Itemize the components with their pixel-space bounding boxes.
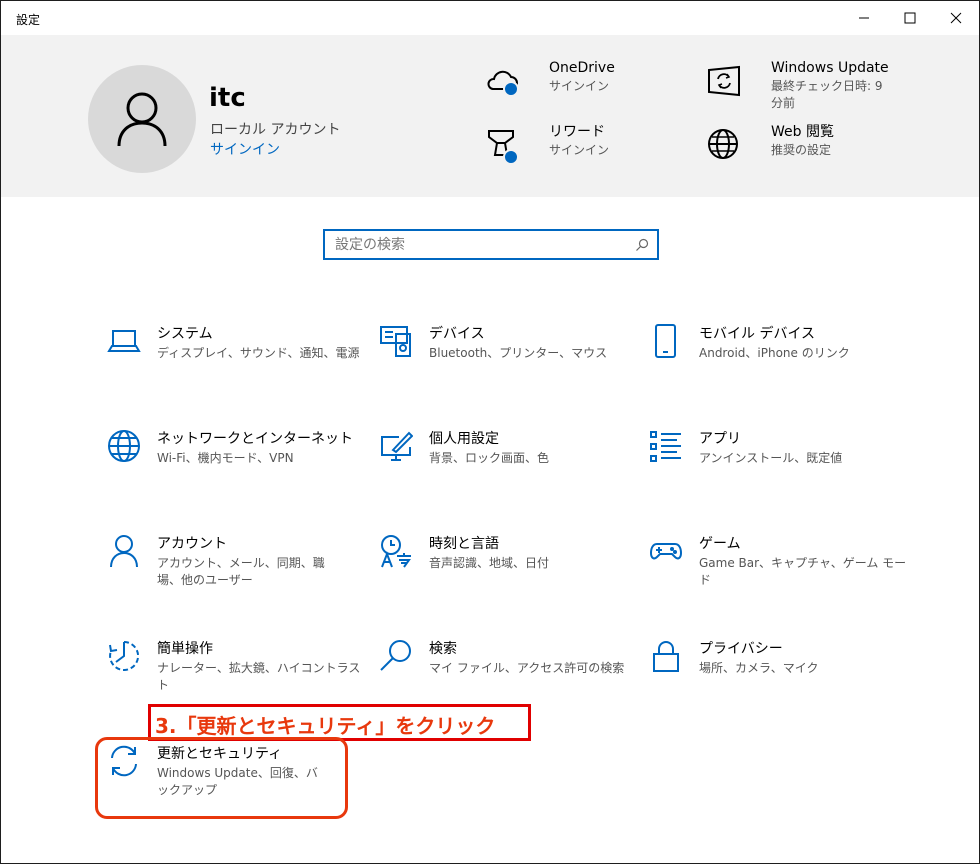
settings-window: 設定 itc ローカル アカウント サインイン OneDrive サインイン W… [0,0,980,864]
close-button[interactable] [933,1,979,35]
devices-icon [379,324,413,358]
account-name: itc [209,83,246,113]
gamepad-icon [649,534,683,568]
header-item-title: OneDrive [549,60,615,76]
tile-title: アプリ [699,431,741,447]
search-icon [636,238,649,251]
tile-system[interactable]: システム ディスプレイ、サウンド、通知、電源 [107,324,367,394]
account-signin-link[interactable]: サインイン [210,139,280,159]
annotation-highlight [95,737,348,819]
tile-subtitle: マイ ファイル、アクセス許可の検索 [429,661,625,675]
paint-icon [379,429,414,463]
cloud-icon [485,59,525,99]
header-item-title: Web 閲覧 [771,124,834,140]
tile-subtitle: Bluetooth、プリンター、マウス [429,346,608,360]
tile-subtitle: アカウント、メール、同期、職場、他のユーザー [157,556,325,587]
search-input[interactable] [335,234,625,256]
header-item-subtitle: 推奨の設定 [771,143,832,157]
user-avatar-icon [117,92,167,147]
tile-search[interactable]: 検索 マイ ファイル、アクセス許可の検索 [379,639,639,709]
maximize-icon [904,12,916,24]
apps-list-icon [649,429,683,463]
trophy-icon [485,123,525,165]
minimize-icon [859,17,869,19]
tile-title: 時刻と言語 [429,536,499,552]
maximize-button[interactable] [887,1,933,35]
account-type: ローカル アカウント [210,122,341,138]
tile-privacy[interactable]: プライバシー 場所、カメラ、マイク [649,639,909,709]
avatar[interactable] [88,65,196,173]
tile-subtitle: Android、iPhone のリンク [699,346,850,360]
tile-subtitle: Wi-Fi、機内モード、VPN [157,451,294,465]
laptop-icon [107,324,141,358]
tile-title: モバイル デバイス [699,326,816,342]
tile-devices[interactable]: デバイス Bluetooth、プリンター、マウス [379,324,639,394]
header-item-windows-update[interactable]: Windows Update 最終チェック日時: 9 分前 [707,59,891,112]
tile-title: アカウント [157,536,227,552]
tile-title: システム [157,326,213,342]
tile-gaming[interactable]: ゲーム Game Bar、キャプチャ、ゲーム モード [649,534,909,604]
tile-title: ゲーム [699,536,741,552]
person-icon [107,534,141,568]
lock-icon [649,639,683,673]
header-item-title: Windows Update [771,60,889,76]
tile-ease-of-access[interactable]: 簡単操作 ナレーター、拡大鏡、ハイコントラスト [107,639,367,709]
tile-title: 簡単操作 [157,641,213,657]
tile-mobile-devices[interactable]: モバイル デバイス Android、iPhone のリンク [649,324,909,394]
tile-subtitle: Game Bar、キャプチャ、ゲーム モード [699,556,907,587]
tile-title: ネットワークとインターネット [157,431,353,447]
windows-update-icon [707,59,747,99]
header-item-title: リワード [549,124,605,140]
header-item-web-browsing[interactable]: Web 閲覧 推奨の設定 [707,123,834,163]
header-item-subtitle: サインイン [549,79,610,93]
close-icon [950,12,962,24]
tile-subtitle: アンインストール、既定値 [699,451,843,465]
header-item-subtitle: サインイン [549,143,610,157]
minimize-button[interactable] [841,1,887,35]
tile-apps[interactable]: アプリ アンインストール、既定値 [649,429,909,499]
globe-icon [107,429,141,463]
phone-icon [649,324,683,358]
title-bar: 設定 [1,1,979,35]
tile-title: プライバシー [699,641,783,657]
window-title: 設定 [16,13,41,27]
settings-search-box[interactable] [323,229,659,260]
tile-network[interactable]: ネットワークとインターネット Wi-Fi、機内モード、VPN [107,429,367,499]
annotation-text: 3.「更新とセキュリティ」をクリック [155,714,496,738]
search-icon [379,639,413,673]
header-item-rewards[interactable]: リワード サインイン [485,123,610,165]
header-item-onedrive[interactable]: OneDrive サインイン [485,59,615,99]
tile-personalization[interactable]: 個人用設定 背景、ロック画面、色 [379,429,639,499]
tile-title: 個人用設定 [429,431,499,447]
tile-subtitle: 音声認識、地域、日付 [429,556,550,570]
tile-title: デバイス [429,326,485,342]
tile-title: 検索 [429,641,457,657]
ease-of-access-icon [107,639,141,673]
tile-accounts[interactable]: アカウント アカウント、メール、同期、職場、他のユーザー [107,534,367,604]
tile-subtitle: ディスプレイ、サウンド、通知、電源 [157,346,360,360]
globe-icon [707,123,747,163]
tile-time-language[interactable]: 時刻と言語 音声認識、地域、日付 [379,534,639,604]
tile-subtitle: ナレーター、拡大鏡、ハイコントラスト [157,661,361,692]
account-header: itc ローカル アカウント サインイン OneDrive サインイン Wind… [1,35,979,197]
header-item-subtitle: 最終チェック日時: 9 分前 [771,79,883,110]
time-language-icon [379,534,413,568]
tile-subtitle: 場所、カメラ、マイク [699,661,819,675]
annotation-callout: 3.「更新とセキュリティ」をクリック [148,704,531,741]
tile-subtitle: 背景、ロック画面、色 [429,451,550,465]
